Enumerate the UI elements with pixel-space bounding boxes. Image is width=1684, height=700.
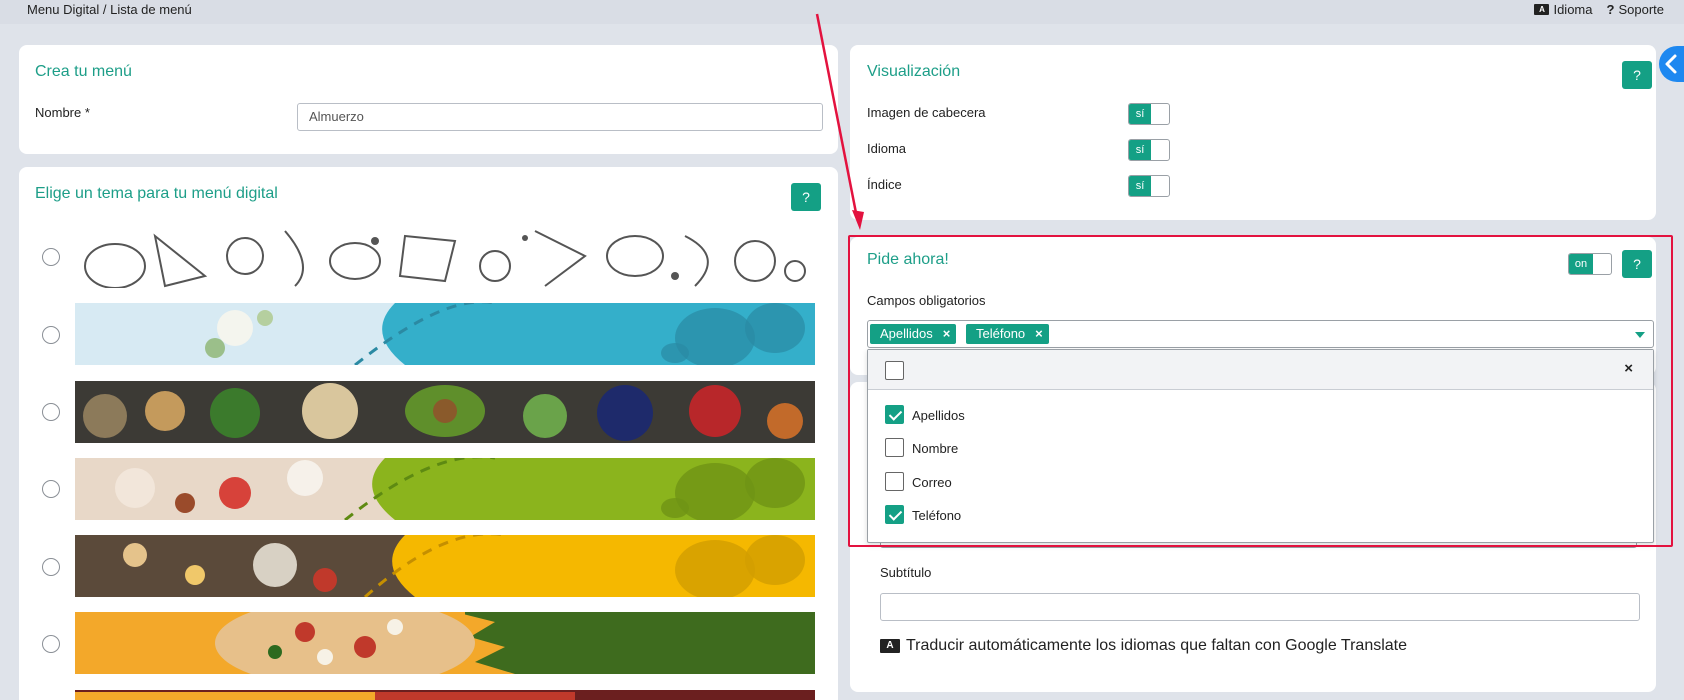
subtitle-label: Subtítulo xyxy=(880,565,932,580)
auto-translate-text: Traducir automáticamente los idiomas que… xyxy=(906,637,1408,654)
language-toggle[interactable]: sí xyxy=(1128,139,1170,161)
green-table-image xyxy=(75,458,805,520)
create-menu-title: Crea tu menú xyxy=(35,63,132,80)
sketch-food-image xyxy=(84,230,806,288)
language-row-label: Idioma xyxy=(867,141,907,156)
theme-banner-ingredients[interactable] xyxy=(75,381,815,443)
language-link[interactable]: A Idioma xyxy=(1534,2,1593,17)
top-bar: Menu Digital / Lista de menú A Idioma ? … xyxy=(0,0,1684,24)
visualization-help-button[interactable]: ? xyxy=(1622,61,1652,89)
theme-radio-1[interactable] xyxy=(42,248,60,266)
theme-banner-green[interactable] xyxy=(75,458,815,520)
index-label: Índice xyxy=(867,177,902,192)
partial-banner-image xyxy=(75,692,575,700)
breadcrumb: Menu Digital / Lista de menú xyxy=(27,2,192,17)
yellow-restaurant-image xyxy=(75,535,805,597)
theme-banner-blue[interactable] xyxy=(75,303,815,365)
sidebar-toggle-tab[interactable] xyxy=(1659,46,1684,82)
theme-banner-partial[interactable] xyxy=(75,690,815,700)
visualization-card: Visualización ? Imagen de cabecera sí Id… xyxy=(850,45,1656,220)
translate-icon: A xyxy=(880,639,900,653)
theme-banner-yellow[interactable] xyxy=(75,535,815,597)
theme-radio-4[interactable] xyxy=(42,480,60,498)
header-image-toggle[interactable]: sí xyxy=(1128,103,1170,125)
theme-radio-6[interactable] xyxy=(42,635,60,653)
language-toggle-state: sí xyxy=(1129,140,1151,160)
chevron-left-icon xyxy=(1665,54,1677,74)
visualization-title: Visualización xyxy=(867,63,961,80)
language-label: Idioma xyxy=(1553,2,1593,17)
theme-radio-2[interactable] xyxy=(42,326,60,344)
header-image-label: Imagen de cabecera xyxy=(867,105,986,120)
highlight-box xyxy=(848,235,1673,547)
question-icon: ? xyxy=(1606,2,1615,17)
theme-title: Elige un tema para tu menú digital xyxy=(35,185,278,202)
ingredients-image xyxy=(83,383,803,441)
header-image-toggle-state: sí xyxy=(1129,104,1151,124)
support-label: Soporte xyxy=(1618,2,1664,17)
theme-help-button[interactable]: ? xyxy=(791,183,821,211)
blue-flowers-image xyxy=(75,303,805,365)
theme-banner-pizza[interactable] xyxy=(75,612,815,674)
name-input[interactable]: Almuerzo xyxy=(297,103,823,131)
theme-banner-sketch[interactable] xyxy=(75,226,815,288)
create-menu-card: Crea tu menú Nombre * Almuerzo xyxy=(19,45,838,154)
theme-radio-5[interactable] xyxy=(42,558,60,576)
topbar-actions: A Idioma ? Soporte xyxy=(1534,2,1664,17)
index-toggle-state: sí xyxy=(1129,176,1151,196)
pizza-image xyxy=(215,612,815,674)
subtitle-input[interactable] xyxy=(880,593,1640,621)
language-icon: A xyxy=(1534,4,1550,15)
support-link[interactable]: ? Soporte xyxy=(1607,2,1665,17)
theme-radio-3[interactable] xyxy=(42,403,60,421)
index-toggle[interactable]: sí xyxy=(1128,175,1170,197)
auto-translate-row[interactable]: A Traducir automáticamente los idiomas q… xyxy=(880,637,1407,655)
name-label: Nombre * xyxy=(35,105,90,120)
